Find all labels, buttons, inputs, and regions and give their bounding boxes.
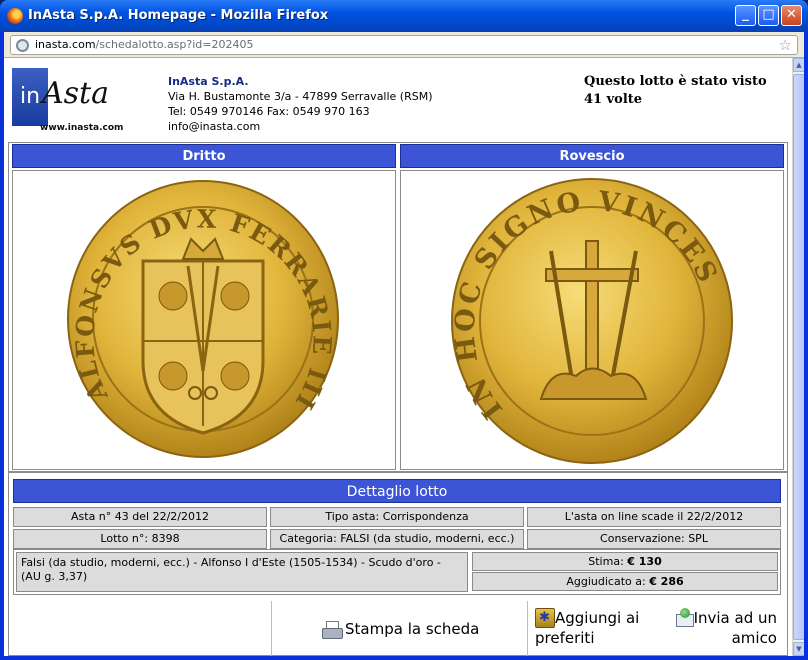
printer-icon [321,620,343,639]
lot-number: Lotto n°: 8398 [13,529,267,549]
lot-condition: Conservazione: SPL [527,529,781,549]
reverse-cell: IN HOC SIGNO VINCES [400,170,784,470]
obverse-cell: ALFONSVS DVX FERRARIE III [12,170,396,470]
scroll-down-arrow-icon[interactable]: ▼ [793,642,804,656]
minimize-button[interactable]: _ [735,5,756,26]
print-button[interactable]: Stampa la scheda [321,619,479,639]
description-row: Falsi (da studio, moderni, ecc.) - Alfon… [13,549,781,595]
company-email: info@inasta.com [168,120,261,133]
url-text[interactable]: inasta.com/schedalotto.asp?id=202405 [35,38,253,51]
page-content: in Asta www.inasta.com InAsta S.p.A. Via… [4,58,792,656]
reverse-coin-image[interactable]: IN HOC SIGNO VINCES [401,171,783,469]
send-to-friend-button[interactable]: Invia ad un amico [671,608,777,648]
auction-expiry: L'asta on line scade il 22/2/2012 [527,507,781,527]
awarded-price: Aggiudicato a: € 286 [472,572,778,591]
lot-description: Falsi (da studio, moderni, ecc.) - Alfon… [16,552,468,592]
vertical-scrollbar[interactable]: ▲ ▼ [792,58,804,656]
lot-category: Categoria: FALSI (da studio, moderni, ec… [270,529,524,549]
url-field[interactable]: inasta.com/schedalotto.asp?id=202405 ☆ [10,35,798,55]
company-phone: Tel: 0549 970146 Fax: 0549 970 163 [168,105,370,118]
obverse-header: Dritto [12,144,396,168]
favorites-icon [535,608,555,628]
company-info: InAsta S.p.A. Via H. Bustamonte 3/a - 47… [168,74,433,134]
address-bar: inasta.com/schedalotto.asp?id=202405 ☆ [4,32,804,58]
globe-icon [16,39,29,52]
company-address: Via H. Bustamonte 3/a - 47899 Serravalle… [168,90,433,103]
scroll-up-arrow-icon[interactable]: ▲ [793,58,804,72]
title-bar: InAsta S.p.A. Homepage - Mozilla Firefox… [0,0,808,32]
logo-asta-text: Asta [42,76,110,111]
mail-icon [674,608,694,627]
lot-actions: Stampa la scheda Aggiungi ai preferiti I… [13,601,781,656]
browser-window: InAsta S.p.A. Homepage - Mozilla Firefox… [0,0,808,660]
scroll-thumb[interactable] [793,74,804,640]
details-title: Dettaglio lotto [13,479,781,503]
views-counter: Questo lotto è stato visto 41 volte [584,74,767,107]
bookmark-star-icon[interactable]: ☆ [779,36,792,54]
obverse-coin-image[interactable]: ALFONSVS DVX FERRARIE III [13,171,395,469]
coin-images-table: Dritto Rovescio ALFONSVS DVX FERRARIE II… [8,142,788,472]
estimate: Stima: € 130 [472,552,778,571]
auction-type: Tipo asta: Corrispondenza [270,507,524,527]
reverse-header: Rovescio [400,144,784,168]
lot-details: Dettaglio lotto Asta n° 43 del 22/2/2012… [8,472,788,656]
close-button[interactable]: ✕ [781,5,802,26]
maximize-button[interactable]: □ [758,5,779,26]
company-name: InAsta S.p.A. [168,75,249,88]
logo-url-text: www.inasta.com [40,123,124,133]
add-favorites-button[interactable]: Aggiungi ai preferiti [535,608,639,648]
page-viewport: in Asta www.inasta.com InAsta S.p.A. Via… [4,58,804,656]
auction-number: Asta n° 43 del 22/2/2012 [13,507,267,527]
inasta-logo[interactable]: in Asta www.inasta.com [12,68,123,134]
window-title: InAsta S.p.A. Homepage - Mozilla Firefox [28,8,329,23]
firefox-icon [7,8,23,24]
